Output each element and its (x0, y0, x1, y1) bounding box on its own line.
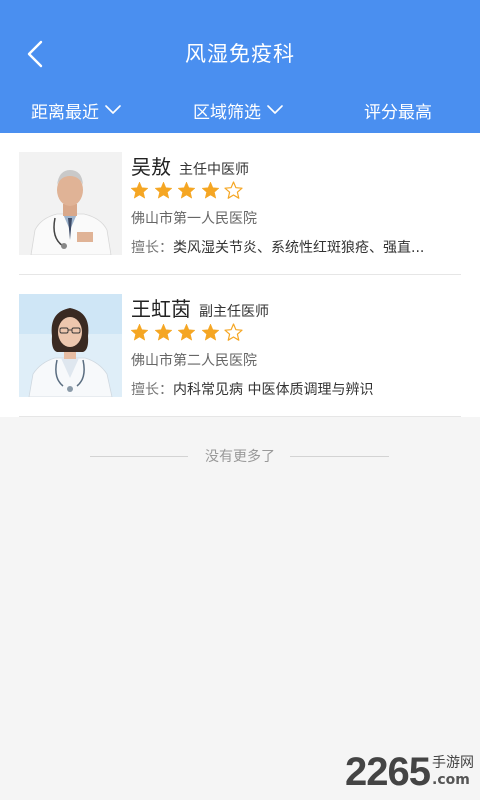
doctor-card[interactable]: 王虹茵 副主任医师 佛山市第二人民医院 擅长：内科常见病 中医体质调理与辨识 (0, 275, 480, 417)
rating-stars (130, 181, 248, 200)
rating-stars (130, 323, 248, 342)
doctor-name: 吴敖 (131, 155, 171, 179)
doctor-hospital: 佛山市第一人民医院 (131, 211, 257, 227)
star-filled-icon (130, 323, 149, 342)
watermark-logo: 2265 手游网 .com (345, 752, 474, 792)
chevron-down-icon (267, 105, 283, 114)
divider-line (290, 456, 389, 457)
doctor-name-row: 吴敖 主任中医师 (131, 151, 249, 180)
specialty-label: 擅长： (131, 382, 173, 398)
app-header: 风湿免疫科 距离最近 区域筛选 评分最高 (0, 0, 480, 133)
page-title: 风湿免疫科 (185, 42, 295, 66)
watermark-cn: 手游网 (432, 755, 474, 771)
star-filled-icon (201, 323, 220, 342)
filter-bar: 距离最近 区域筛选 评分最高 (0, 92, 480, 128)
filter-rating-label: 评分最高 (364, 102, 432, 123)
watermark-com: .com (432, 772, 470, 788)
doctor-name: 王虹茵 (131, 297, 191, 321)
doctor-specialty: 擅长：类风湿关节炎、系统性红斑狼疮、强直... (131, 237, 456, 257)
star-filled-icon (154, 181, 173, 200)
watermark-number: 2265 (345, 750, 431, 794)
star-empty-icon (224, 323, 243, 342)
divider (19, 416, 461, 417)
specialty-label: 擅长： (131, 240, 173, 256)
doctor-photo (19, 152, 122, 255)
doctor-hospital: 佛山市第二人民医院 (131, 353, 257, 369)
doctor-list: 吴敖 主任中医师 佛山市第一人民医院 擅长：类风湿关节炎、系统性红斑狼疮、强直.… (0, 133, 480, 417)
star-filled-icon (177, 181, 196, 200)
no-more-indicator: 没有更多了 (0, 446, 480, 466)
filter-rating[interactable]: 评分最高 (364, 92, 432, 128)
star-empty-icon (224, 181, 243, 200)
star-filled-icon (177, 323, 196, 342)
doctor-name-row: 王虹茵 副主任医师 (131, 293, 269, 322)
no-more-text: 没有更多了 (205, 449, 275, 465)
filter-region[interactable]: 区域筛选 (193, 92, 283, 128)
doctor-specialty: 擅长：内科常见病 中医体质调理与辨识 (131, 379, 456, 399)
star-filled-icon (154, 323, 173, 342)
doctor-rank: 主任中医师 (179, 162, 249, 178)
doctor-photo (19, 294, 122, 397)
star-filled-icon (130, 181, 149, 200)
filter-distance-label: 距离最近 (31, 102, 99, 123)
star-filled-icon (201, 181, 220, 200)
doctor-rank: 副主任医师 (199, 304, 269, 320)
filter-region-label: 区域筛选 (193, 102, 261, 123)
specialty-text: 内科常见病 中医体质调理与辨识 (173, 382, 374, 398)
chevron-down-icon (105, 105, 121, 114)
doctor-card[interactable]: 吴敖 主任中医师 佛山市第一人民医院 擅长：类风湿关节炎、系统性红斑狼疮、强直.… (0, 133, 480, 275)
filter-distance[interactable]: 距离最近 (31, 92, 121, 128)
specialty-text: 类风湿关节炎、系统性红斑狼疮、强直... (173, 240, 425, 256)
